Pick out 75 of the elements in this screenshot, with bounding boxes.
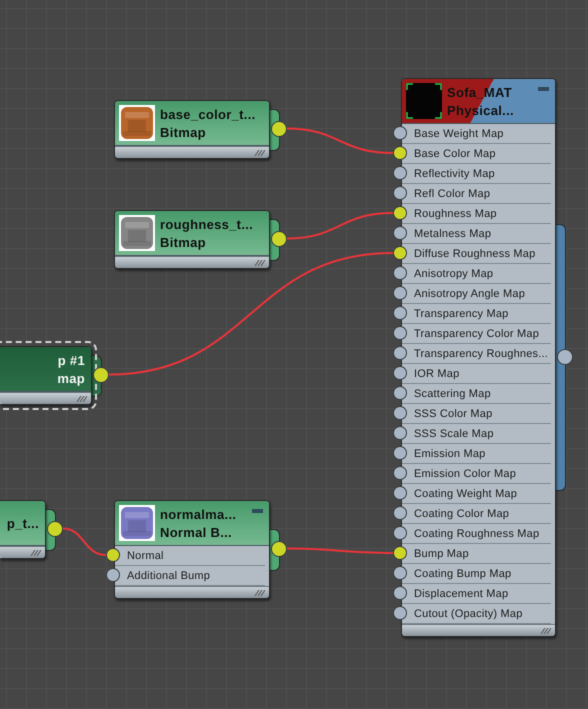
input-socket[interactable] [393, 426, 407, 440]
input-socket[interactable] [393, 386, 407, 400]
port-label: Transparency Map [413, 308, 508, 320]
port-label: Transparency Color Map [413, 328, 540, 340]
input-socket[interactable] [393, 246, 407, 260]
connection-wire [62, 528, 106, 556]
input-socket[interactable] [393, 226, 407, 240]
port-label: Refl Color Map [413, 188, 490, 200]
port-label: Scattering Map [413, 388, 491, 400]
resize-grip-icon[interactable] [75, 396, 87, 402]
port-label: Emission Color Map [413, 468, 516, 480]
resize-grip-icon[interactable] [29, 550, 41, 556]
node-type: Normal B... [160, 524, 232, 540]
node-title: base_color_t... [160, 106, 256, 122]
port-label: Roughness Map [413, 208, 497, 220]
input-socket[interactable] [393, 506, 407, 520]
input-socket[interactable] [106, 548, 120, 562]
input-socket[interactable] [393, 126, 407, 140]
port-label: SSS Scale Map [413, 428, 494, 440]
port-label: Coating Weight Map [413, 488, 518, 500]
node-title: normalma... [160, 506, 236, 522]
node-title: roughness_t... [160, 216, 254, 232]
node-type: Bitmap [160, 124, 206, 140]
input-socket[interactable] [106, 568, 120, 582]
input-socket[interactable] [393, 586, 407, 600]
port-label: Base Color Map [413, 148, 496, 160]
port-label: Normal [126, 550, 164, 562]
node-card[interactable] [401, 78, 556, 637]
resize-grip-icon[interactable] [253, 260, 265, 266]
input-socket[interactable] [393, 146, 407, 160]
port-label: Diffuse Roughness Map [413, 248, 536, 260]
node-card[interactable]: base_color_t... Bitmap [114, 100, 270, 159]
input-socket[interactable] [393, 286, 407, 300]
port-label: Coating Roughness Map [413, 528, 540, 540]
node-card[interactable]: p_t... [0, 500, 46, 559]
port-label: Coating Color Map [413, 508, 510, 520]
port-label: IOR Map [413, 368, 460, 380]
port-label: Anisotropy Angle Map [413, 288, 526, 300]
input-socket[interactable] [393, 326, 407, 340]
port-label: Reflectivity Map [413, 168, 495, 180]
port-label: Transparency Roughnes... [413, 348, 548, 360]
input-socket[interactable] [393, 206, 407, 220]
port-label: Displacement Map [413, 588, 508, 600]
input-socket[interactable] [393, 346, 407, 360]
input-socket[interactable] [393, 606, 407, 620]
resize-grip-icon[interactable] [253, 590, 265, 596]
input-socket[interactable] [393, 546, 407, 560]
port-label: Bump Map [413, 548, 469, 560]
input-socket[interactable] [393, 446, 407, 460]
port-label: SSS Color Map [413, 408, 492, 420]
input-socket[interactable] [393, 306, 407, 320]
port-label: Additional Bump [126, 570, 210, 582]
node-type: Bitmap [160, 234, 206, 250]
resize-grip-icon[interactable] [253, 150, 265, 156]
node-type: map [57, 370, 85, 386]
input-socket[interactable] [393, 266, 407, 280]
port-label: Coating Bump Map [413, 568, 512, 580]
port-label: Base Weight Map [413, 128, 504, 140]
node-title: p #1 [58, 352, 85, 368]
input-socket[interactable] [393, 526, 407, 540]
input-socket[interactable] [393, 566, 407, 580]
input-socket[interactable] [393, 186, 407, 200]
port-label: Metalness Map [413, 228, 492, 240]
input-socket[interactable] [393, 406, 407, 420]
port-label: Cutout (Opacity) Map [413, 608, 523, 620]
input-socket[interactable] [393, 466, 407, 480]
node-card[interactable]: normalma... Normal B... Normal Additional Bump [114, 500, 270, 599]
input-socket[interactable] [393, 366, 407, 380]
input-socket[interactable] [393, 166, 407, 180]
port-label: Anisotropy Map [413, 268, 494, 280]
input-socket[interactable] [393, 486, 407, 500]
node-card[interactable]: roughness_t... Bitmap [114, 210, 270, 269]
port-label: Emission Map [413, 448, 486, 460]
resize-grip-icon[interactable] [539, 628, 551, 634]
node-title: p_t... [6, 516, 39, 530]
